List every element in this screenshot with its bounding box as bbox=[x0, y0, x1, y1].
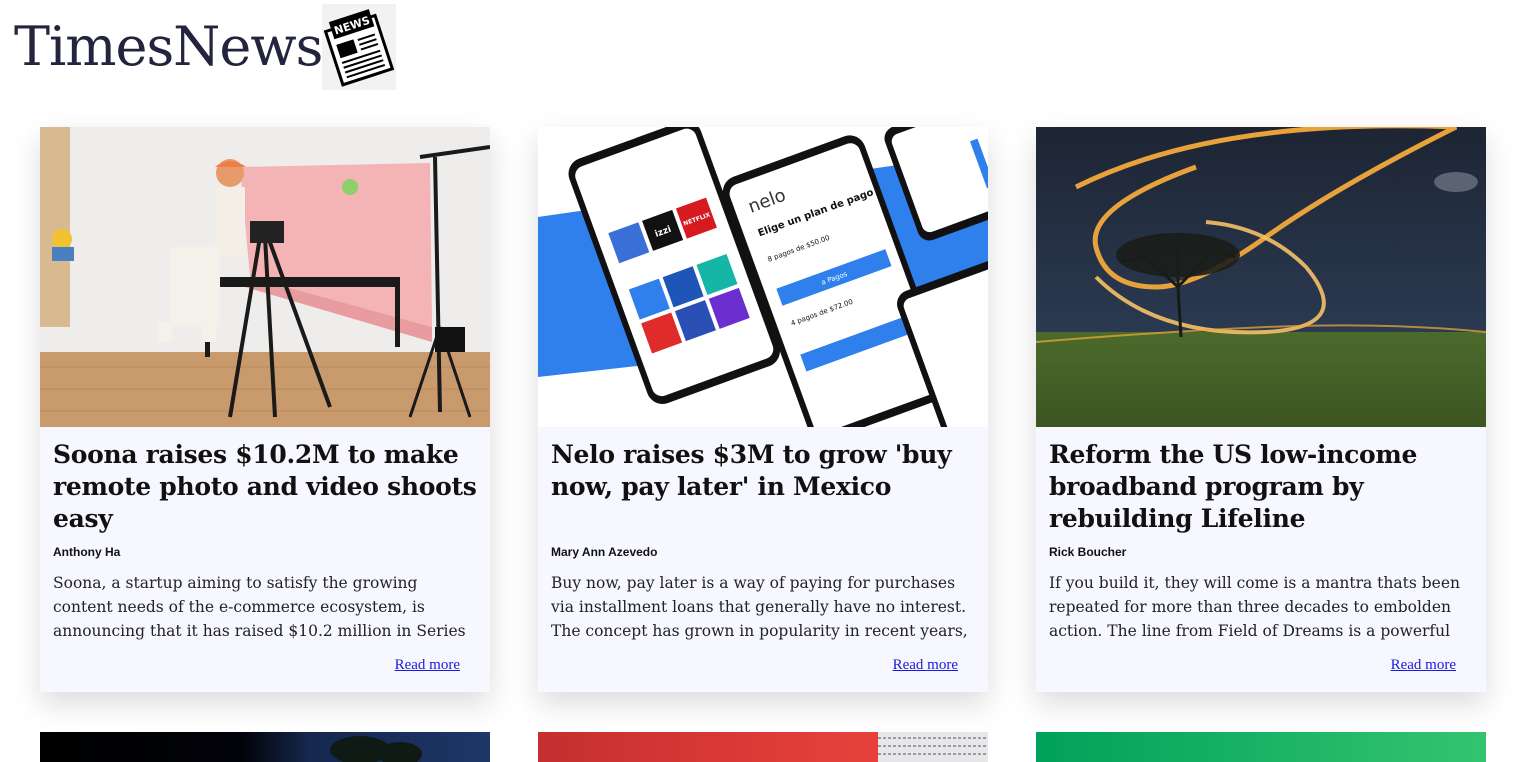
article-card: Soona raises $10.2M to make remote photo… bbox=[40, 127, 490, 692]
article-image-photo-studio bbox=[40, 127, 490, 427]
article-image-partial bbox=[1036, 732, 1486, 762]
read-more-link[interactable]: Read more bbox=[1391, 657, 1456, 674]
article-image-partial bbox=[538, 732, 988, 762]
article-excerpt: If you build it, they will come is a man… bbox=[1049, 574, 1460, 640]
article-author: Anthony Ha bbox=[53, 545, 121, 559]
site-logo-text[interactable]: TimesNews bbox=[14, 20, 323, 74]
article-card-partial bbox=[538, 732, 988, 762]
article-title: Reform the US low-income broadband progr… bbox=[1049, 440, 1418, 533]
article-image-nelo-app: izzi NETFLIX nelo Elige un plan de pago … bbox=[538, 127, 988, 427]
site-header: TimesNews NEWS bbox=[14, 0, 397, 90]
article-card: izzi NETFLIX nelo Elige un plan de pago … bbox=[538, 127, 988, 692]
read-more-link[interactable]: Read more bbox=[893, 657, 958, 674]
article-card-partial bbox=[40, 732, 490, 762]
read-more-link[interactable]: Read more bbox=[395, 657, 460, 674]
article-title: Nelo raises $3M to grow 'buy now, pay la… bbox=[551, 440, 952, 501]
article-card-partial bbox=[1036, 732, 1486, 762]
article-author: Mary Ann Azevedo bbox=[551, 545, 658, 559]
article-card: Reform the US low-income broadband progr… bbox=[1036, 127, 1486, 692]
article-excerpt: Soona, a startup aiming to satisfy the g… bbox=[53, 574, 466, 640]
article-title: Soona raises $10.2M to make remote photo… bbox=[53, 440, 477, 533]
article-excerpt: Buy now, pay later is a way of paying fo… bbox=[551, 574, 968, 640]
article-image-tree-light-trail bbox=[1036, 127, 1486, 427]
article-image-partial bbox=[40, 732, 490, 762]
newspaper-icon[interactable]: NEWS bbox=[322, 4, 397, 90]
article-author: Rick Boucher bbox=[1049, 545, 1127, 559]
